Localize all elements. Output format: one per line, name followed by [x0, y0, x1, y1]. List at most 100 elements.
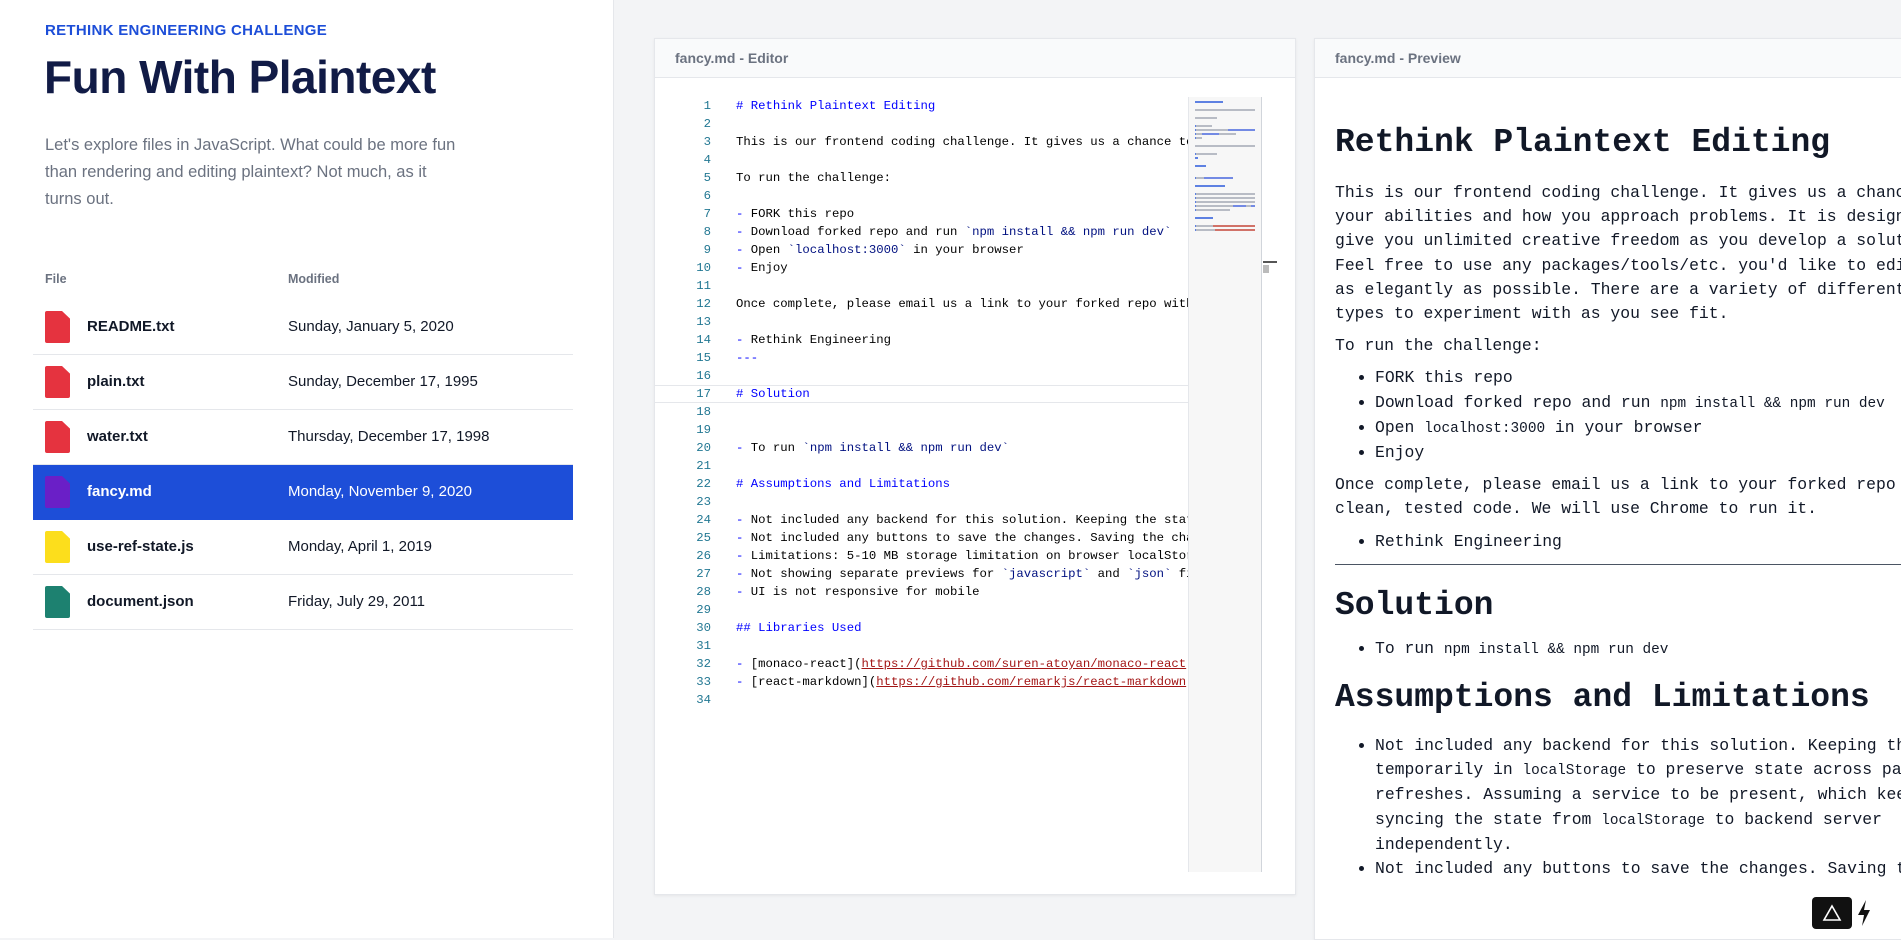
- file-list: README.txt Sunday, January 5, 2020 plain.t…: [33, 300, 573, 630]
- code-line[interactable]: 19: [655, 421, 1188, 439]
- code-line[interactable]: 22 # Assumptions and Limitations: [655, 475, 1188, 493]
- code-editor[interactable]: 1 # Rethink Plaintext Editing 2 3 This is ou…: [655, 97, 1188, 872]
- code-line[interactable]: 6: [655, 187, 1188, 205]
- code-line[interactable]: 21: [655, 457, 1188, 475]
- code-line[interactable]: 30 ## Libraries Used: [655, 619, 1188, 637]
- code-line[interactable]: 26 - Limitations: 5-10 MB storage limitat…: [655, 547, 1188, 565]
- code-line[interactable]: 33 - [react-markdown](https://github.com/…: [655, 673, 1188, 691]
- file-row-plain-txt[interactable]: plain.txt Sunday, December 17, 1995: [33, 355, 573, 410]
- sidebar: RETHINK ENGINEERING CHALLENGE Fun With P…: [0, 0, 614, 938]
- line-number: 11: [696, 279, 711, 293]
- file-modified-date: Friday, July 29, 2011: [288, 593, 426, 610]
- preview-run-list: FORK this repo Download forked repo and …: [1335, 366, 1901, 465]
- minimap-line: [1195, 101, 1223, 103]
- code-token: `npm install && npm run dev`: [802, 441, 1010, 455]
- minimap-line: [1233, 205, 1246, 207]
- file-name: README.txt: [87, 318, 175, 335]
- code-line[interactable]: 31: [655, 637, 1188, 655]
- minimap-line: [1196, 153, 1217, 155]
- code-line[interactable]: 13: [655, 313, 1188, 331]
- code-line[interactable]: 25 - Not included any buttons to save the…: [655, 529, 1188, 547]
- code-text: ---: [736, 349, 758, 367]
- code-line[interactable]: 18: [655, 403, 1188, 421]
- code-line[interactable]: 2: [655, 115, 1188, 133]
- code-line[interactable]: 4: [655, 151, 1188, 169]
- lightning-icon[interactable]: [1855, 898, 1873, 928]
- code-line[interactable]: 5 To run the challenge:: [655, 169, 1188, 187]
- code-text: - [monaco-react](https://github.com/sure…: [736, 655, 1188, 673]
- code-line[interactable]: 10 - Enjoy: [655, 259, 1188, 277]
- code-line[interactable]: 8 - Download forked repo and run `npm ins…: [655, 223, 1188, 241]
- code-line[interactable]: 34: [655, 691, 1188, 709]
- markdown-preview: Rethink Plaintext Editing This is our fr…: [1335, 77, 1901, 881]
- minimap-viewport[interactable]: [1189, 97, 1262, 872]
- code-line[interactable]: 12 Once complete, please email us a link …: [655, 295, 1188, 313]
- code-token: Not included any backend for this soluti…: [743, 513, 1188, 527]
- preview-heading-main: Rethink Plaintext Editing: [1335, 124, 1831, 161]
- line-number: 21: [696, 459, 711, 473]
- intro-line: Feel free to use any packages/tools/etc.…: [1335, 255, 1901, 275]
- inline-code: npm install && npm run dev: [1443, 641, 1669, 658]
- code-line[interactable]: 15 ---: [655, 349, 1188, 367]
- minimap-line: [1196, 205, 1233, 207]
- page-title: Fun With Plaintext: [44, 51, 436, 103]
- scrollbar-thumb[interactable]: [1263, 265, 1269, 273]
- file-row-document-json[interactable]: document.json Friday, July 29, 2011: [33, 575, 573, 630]
- line-number: 31: [696, 639, 711, 653]
- code-line[interactable]: 32 - [monaco-react](https://github.com/su…: [655, 655, 1188, 673]
- scrollbar-cursor-marker: [1263, 261, 1277, 263]
- code-token: Once complete, please email us a link to…: [736, 297, 1188, 311]
- code-line[interactable]: 23: [655, 493, 1188, 511]
- file-row-readme-txt[interactable]: README.txt Sunday, January 5, 2020: [33, 300, 573, 355]
- code-line[interactable]: 11: [655, 277, 1188, 295]
- file-name: document.json: [87, 593, 194, 610]
- file-row-water-txt[interactable]: water.txt Thursday, December 17, 1998: [33, 410, 573, 465]
- code-token: and: [1090, 567, 1128, 581]
- code-line[interactable]: 27 - Not showing separate previews for `j…: [655, 565, 1188, 583]
- preview-signoff-list: Rethink Engineering: [1335, 530, 1901, 554]
- code-line[interactable]: 16: [655, 367, 1188, 385]
- code-line[interactable]: 28 - UI is not responsive for mobile: [655, 583, 1188, 601]
- code-line[interactable]: 17 # Solution: [655, 385, 1188, 403]
- code-line[interactable]: 24 - Not included any backend for this so…: [655, 511, 1188, 529]
- code-line[interactable]: 1 # Rethink Plaintext Editing: [655, 97, 1188, 115]
- code-line[interactable]: 14 - Rethink Engineering: [655, 331, 1188, 349]
- minimap-line: [1219, 133, 1236, 135]
- editor-panel: fancy.md - Editor 1 # Rethink Plaintext E…: [654, 38, 1296, 895]
- code-token: https://github.com/remarkjs/react-markdo…: [876, 675, 1187, 689]
- preview-assumptions-list: Not included any backend for this soluti…: [1335, 734, 1901, 881]
- line-number: 2: [703, 117, 711, 131]
- file-modified-date: Thursday, December 17, 1998: [288, 428, 490, 445]
- minimap[interactable]: [1188, 97, 1265, 872]
- column-header-file: File: [45, 272, 67, 286]
- code-line[interactable]: 9 - Open `localhost:3000` in your browser: [655, 241, 1188, 259]
- deploy-badge-button[interactable]: [1812, 897, 1852, 929]
- code-text: - Not included any backend for this solu…: [736, 511, 1188, 529]
- code-token: ---: [736, 351, 759, 365]
- minimap-line: [1195, 117, 1217, 119]
- inline-code: localhost:3000: [1424, 420, 1546, 437]
- line-number: 8: [703, 225, 711, 239]
- line-number: 19: [696, 423, 711, 437]
- minimap-line: [1215, 229, 1255, 231]
- preview-paragraph-intro: This is our frontend coding challenge. I…: [1335, 181, 1901, 326]
- code-text: This is our frontend coding challenge. I…: [736, 133, 1188, 151]
- minimap-line: [1196, 229, 1215, 231]
- code-line[interactable]: 29: [655, 601, 1188, 619]
- line-number: 15: [696, 351, 711, 365]
- file-row-use-ref-state-js[interactable]: use-ref-state.js Monday, April 1, 2019: [33, 520, 573, 575]
- file-icon: [45, 586, 70, 618]
- code-token: Open: [743, 243, 788, 257]
- code-token: # Solution: [736, 387, 810, 401]
- minimap-line: [1196, 225, 1213, 227]
- file-row-fancy-md[interactable]: fancy.md Monday, November 9, 2020: [33, 465, 573, 520]
- code-line[interactable]: 3 This is our frontend coding challenge. …: [655, 133, 1188, 151]
- file-icon: [45, 531, 70, 563]
- intro-line: This is our frontend coding challenge. I…: [1335, 183, 1901, 202]
- code-text: - FORK this repo: [736, 205, 854, 223]
- code-token: UI is not responsive for mobile: [743, 585, 980, 599]
- code-line[interactable]: 7 - FORK this repo: [655, 205, 1188, 223]
- file-name: use-ref-state.js: [87, 538, 194, 555]
- minimap-line: [1196, 137, 1202, 139]
- code-line[interactable]: 20 - To run `npm install && npm run dev`: [655, 439, 1188, 457]
